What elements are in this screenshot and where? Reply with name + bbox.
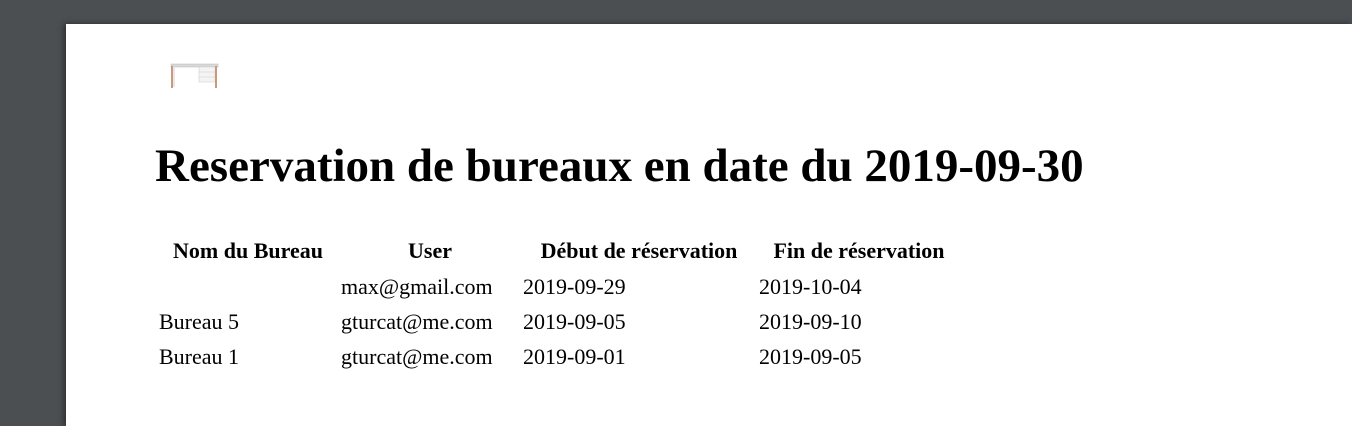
table-row: max@gmail.com 2019-09-29 2019-10-04 — [158, 270, 960, 303]
cell-bureau: Bureau 5 — [159, 308, 240, 334]
table-header-row: Nom du Bureau User Début de réservation … — [158, 233, 960, 268]
cell-user: max@gmail.com — [341, 273, 493, 299]
pdf-viewer: Reservation de bureaux en date du 2019-0… — [0, 0, 1352, 426]
desk-icon — [170, 63, 219, 88]
document-page: Reservation de bureaux en date du 2019-0… — [66, 24, 1352, 426]
cell-debut: 2019-09-05 — [523, 308, 626, 334]
header-nom-du-bureau: Nom du Bureau — [173, 237, 323, 263]
header-debut-reservation: Début de réservation — [540, 237, 738, 263]
cell-bureau: Bureau 1 — [159, 343, 240, 369]
cell-debut: 2019-09-01 — [523, 343, 626, 369]
cell-user: gturcat@me.com — [341, 308, 493, 334]
cell-fin: 2019-09-05 — [759, 343, 862, 369]
page-title: Reservation de bureaux en date du 2019-0… — [155, 140, 1084, 192]
cell-bureau — [158, 270, 338, 303]
cell-fin: 2019-09-10 — [759, 308, 862, 334]
cell-user: gturcat@me.com — [341, 343, 493, 369]
table-row: Bureau 5 gturcat@me.com 2019-09-05 2019-… — [158, 305, 960, 338]
header-user: User — [408, 237, 452, 263]
cell-debut: 2019-09-29 — [523, 273, 626, 299]
header-fin-reservation: Fin de réservation — [773, 237, 945, 263]
reservations-table: Nom du Bureau User Début de réservation … — [156, 231, 962, 375]
cell-fin: 2019-10-04 — [759, 273, 862, 299]
table-row: Bureau 1 gturcat@me.com 2019-09-01 2019-… — [158, 340, 960, 373]
